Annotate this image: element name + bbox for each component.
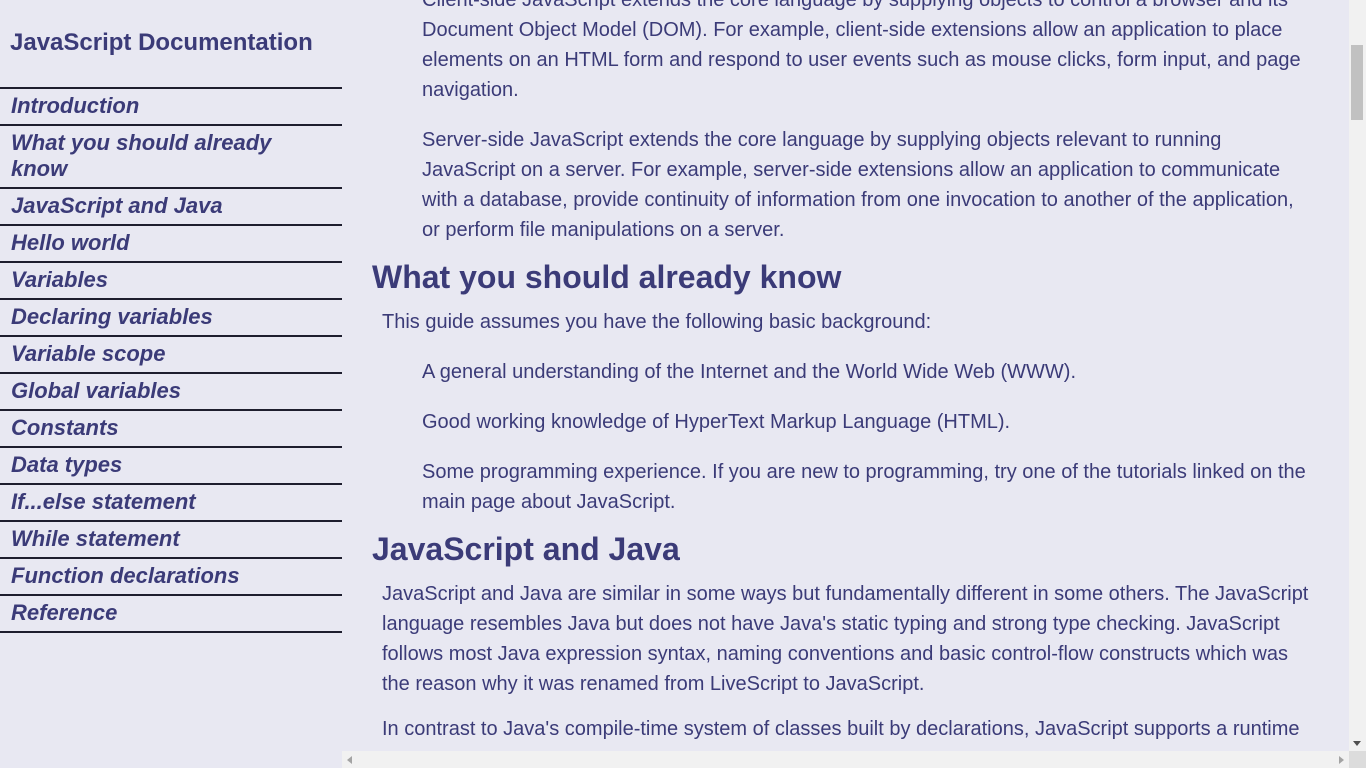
intro-client-paragraph: Client-side JavaScript extends the core … [422, 0, 1301, 101]
nav-link-constants[interactable]: Constants [0, 409, 342, 446]
vertical-scrollbar[interactable] [1349, 0, 1366, 751]
nav-link-variable-scope[interactable]: Variable scope [0, 335, 342, 372]
nav-link-reference[interactable]: Reference [0, 594, 342, 633]
nav-link-data-types[interactable]: Data types [0, 446, 342, 483]
scroll-left-arrow-icon[interactable] [347, 756, 352, 764]
nav-link-javascript-and-java[interactable]: JavaScript and Java [0, 187, 342, 224]
nav-link-while-statement[interactable]: While statement [0, 520, 342, 557]
know-item-programming: Some programming experience. If you are … [422, 461, 1306, 513]
nav-link-what-you-should-already-know[interactable]: What you should already know [0, 124, 342, 187]
scrollbar-corner [1349, 751, 1366, 768]
java-paragraph-1: JavaScript and Java are similar in some … [382, 583, 1309, 695]
nav-link-introduction[interactable]: Introduction [0, 87, 342, 124]
section-heading-what-you-should-already-know: What you should already know [372, 259, 842, 295]
nav-links: Introduction What you should already kno… [0, 87, 342, 633]
nav-link-hello-world[interactable]: Hello world [0, 224, 342, 261]
nav-link-variables[interactable]: Variables [0, 261, 342, 298]
know-item-html: Good working knowledge of HyperText Mark… [422, 411, 1011, 433]
nav-link-global-variables[interactable]: Global variables [0, 372, 342, 409]
sidebar-nav: JavaScript Documentation Introduction Wh… [0, 0, 342, 768]
horizontal-scrollbar[interactable] [342, 751, 1349, 768]
vertical-scroll-thumb[interactable] [1351, 45, 1363, 120]
nav-title: JavaScript Documentation [10, 29, 313, 56]
scroll-down-arrow-icon[interactable] [1353, 741, 1361, 746]
nav-link-declaring-variables[interactable]: Declaring variables [0, 298, 342, 335]
scroll-right-arrow-icon[interactable] [1339, 756, 1344, 764]
know-item-internet: A general understanding of the Internet … [422, 361, 1077, 383]
java-paragraph-2: In contrast to Java's compile-time syste… [382, 718, 1300, 740]
nav-link-function-declarations[interactable]: Function declarations [0, 557, 342, 594]
main-doc[interactable]: Client-side JavaScript extends the core … [342, 0, 1349, 751]
intro-server-paragraph: Server-side JavaScript extends the core … [422, 129, 1294, 241]
main-content: Client-side JavaScript extends the core … [342, 0, 1349, 744]
know-intro-paragraph: This guide assumes you have the followin… [382, 311, 932, 333]
section-heading-javascript-and-java: JavaScript and Java [372, 531, 680, 567]
nav-link-if-else-statement[interactable]: If...else statement [0, 483, 342, 520]
